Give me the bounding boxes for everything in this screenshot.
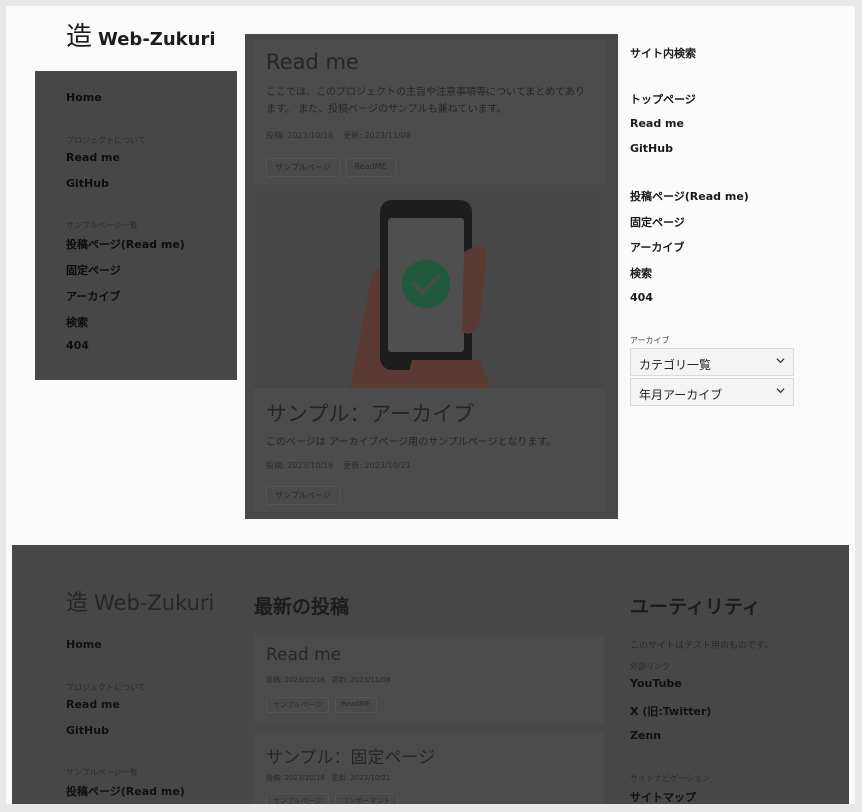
footer-nav-post-page[interactable]: 投稿ページ(Read me) (66, 783, 185, 799)
nav-home[interactable]: Home (66, 91, 102, 104)
post-updated: 更新: 2023/11/08 (343, 131, 411, 140)
nav-post-page[interactable]: 投稿ページ(Read me) (66, 236, 185, 252)
archive-label: アーカイブ (630, 336, 670, 345)
post-date: 投稿: 2023/10/16 (266, 461, 334, 470)
tag[interactable]: サンプルページ (266, 697, 329, 713)
utility-heading: ユーティリティ (630, 596, 761, 618)
post-excerpt: ここでは、このプロジェクトの主旨や注意事項等についてまとめてあります。 また、投… (266, 87, 585, 115)
tag[interactable]: ReadME (334, 697, 377, 713)
footer-nav-github[interactable]: GitHub (66, 724, 109, 737)
footer-nav-group-project: プロジェクトについて (66, 683, 146, 692)
tag[interactable]: サンプルページ (266, 793, 329, 804)
latest-post-updated: 更新: 2023/10/21 (331, 774, 391, 782)
latest-post-updated: 更新: 2023/11/08 (331, 676, 391, 684)
link-archive[interactable]: アーカイブ (630, 239, 684, 255)
logo-mark: 造 (66, 22, 93, 52)
chevron-down-icon (776, 388, 785, 394)
post-title[interactable]: サンプル：アーカイブ (266, 398, 474, 428)
post-card[interactable]: Read me ここでは、このプロジェクトの主旨や注意事項等についてまとめてあり… (254, 40, 606, 184)
site-logo[interactable]: 造 Web-Zukuri (66, 16, 216, 53)
latest-post-title[interactable]: Read me (266, 645, 341, 665)
link-top-page[interactable]: トップページ (630, 91, 696, 107)
monthly-archive-label: 年月アーカイブ (639, 388, 723, 402)
post-updated: 更新: 2023/10/21 (343, 461, 411, 470)
footer-nav-readme[interactable]: Read me (66, 698, 120, 711)
nav-fixed-page[interactable]: 固定ページ (66, 262, 121, 278)
category-dropdown[interactable]: カテゴリ一覧 (630, 348, 794, 376)
link-youtube[interactable]: YouTube (630, 677, 682, 690)
link-search[interactable]: 検索 (630, 265, 652, 281)
latest-post-meta: 投稿: 2023/10/16 更新: 2023/10/21 (266, 773, 391, 783)
link-zenn[interactable]: Zenn (630, 729, 661, 742)
footer-nav-group-samples: サンプルページ一覧 (66, 768, 138, 777)
latest-post-meta: 投稿: 2023/10/16 更新: 2023/11/08 (266, 675, 391, 685)
latest-post-card[interactable]: Read me 投稿: 2023/10/16 更新: 2023/11/08 サン… (254, 635, 604, 723)
link-post-page[interactable]: 投稿ページ(Read me) (630, 188, 749, 204)
page: 造 Web-Zukuri Home プロジェクトについて Read me Git… (6, 6, 855, 804)
category-dropdown-label: カテゴリ一覧 (639, 358, 712, 372)
utility-note: このサイトはテスト用のものです。 (630, 641, 774, 651)
post-excerpt: このページは アーカイブページ用のサンプルページとなります。 (266, 437, 557, 448)
link-404[interactable]: 404 (630, 291, 653, 304)
post-thumbnail[interactable] (254, 192, 606, 388)
nav-readme[interactable]: Read me (66, 151, 120, 164)
post-date: 投稿: 2023/10/16 (266, 131, 334, 140)
latest-post-card[interactable]: サンプル：固定ページ 投稿: 2023/10/16 更新: 2023/10/21… (254, 733, 604, 804)
footer-logo-mark: 造 (66, 591, 89, 616)
post-card[interactable]: サンプル：アーカイブ このページは アーカイブページ用のサンプルページとなります… (254, 388, 606, 512)
main-content: Read me ここでは、このプロジェクトの主旨や注意事項等についてまとめてあり… (245, 34, 618, 519)
footer-logo[interactable]: 造 Web-Zukuri (66, 585, 214, 617)
tag[interactable]: サンプルページ (266, 486, 340, 505)
site-footer: 造 Web-Zukuri Home プロジェクトについて Read me Git… (12, 545, 849, 804)
nav-search[interactable]: 検索 (66, 314, 88, 330)
post-meta: 投稿: 2023/10/16 更新: 2023/10/21 (266, 460, 421, 471)
latest-post-date: 投稿: 2023/10/16 (266, 676, 325, 684)
latest-post-tags: サンプルページ コンポーネント (266, 793, 398, 804)
chevron-down-icon (776, 358, 785, 364)
latest-post-date: 投稿: 2023/10/16 (266, 774, 325, 782)
latest-post-tags: サンプルページ ReadME (266, 697, 377, 713)
post-tags: サンプルページ (266, 486, 340, 505)
link-sitemap[interactable]: サイトマップ (630, 789, 696, 804)
link-github[interactable]: GitHub (630, 142, 673, 155)
site-navigation-title: サイトナビゲーション (630, 774, 710, 783)
post-meta: 投稿: 2023/10/16 更新: 2023/11/08 (266, 130, 421, 141)
monthly-archive-dropdown[interactable]: 年月アーカイブ (630, 378, 794, 406)
nav-404[interactable]: 404 (66, 339, 89, 352)
link-x-twitter[interactable]: X (旧:Twitter) (630, 703, 711, 719)
site-search-label[interactable]: サイト内検索 (630, 45, 696, 61)
nav-group-project: プロジェクトについて (66, 136, 146, 145)
post-title[interactable]: Read me (266, 50, 359, 74)
footer-logo-text: Web-Zukuri (94, 591, 215, 615)
link-readme[interactable]: Read me (630, 117, 684, 130)
footer-nav-home[interactable]: Home (66, 638, 102, 651)
latest-posts-heading: 最新の投稿 (254, 596, 350, 618)
post-tags: サンプルページ ReadME (266, 158, 396, 177)
phone-check-illustration (350, 200, 490, 388)
latest-post-title[interactable]: サンプル：固定ページ (266, 743, 435, 768)
nav-archive[interactable]: アーカイブ (66, 288, 120, 304)
nav-group-samples: サンプルページ一覧 (66, 221, 138, 230)
tag[interactable]: ReadME (345, 158, 396, 177)
left-nav: Home プロジェクトについて Read me GitHub サンプルページ一覧… (35, 71, 237, 380)
logo-text: Web-Zukuri (98, 29, 216, 50)
nav-github[interactable]: GitHub (66, 177, 109, 190)
external-links-title: 外部リンク (630, 662, 670, 671)
tag[interactable]: コンポーネント (334, 793, 398, 804)
tag[interactable]: サンプルページ (266, 158, 340, 177)
link-fixed-page[interactable]: 固定ページ (630, 214, 685, 230)
